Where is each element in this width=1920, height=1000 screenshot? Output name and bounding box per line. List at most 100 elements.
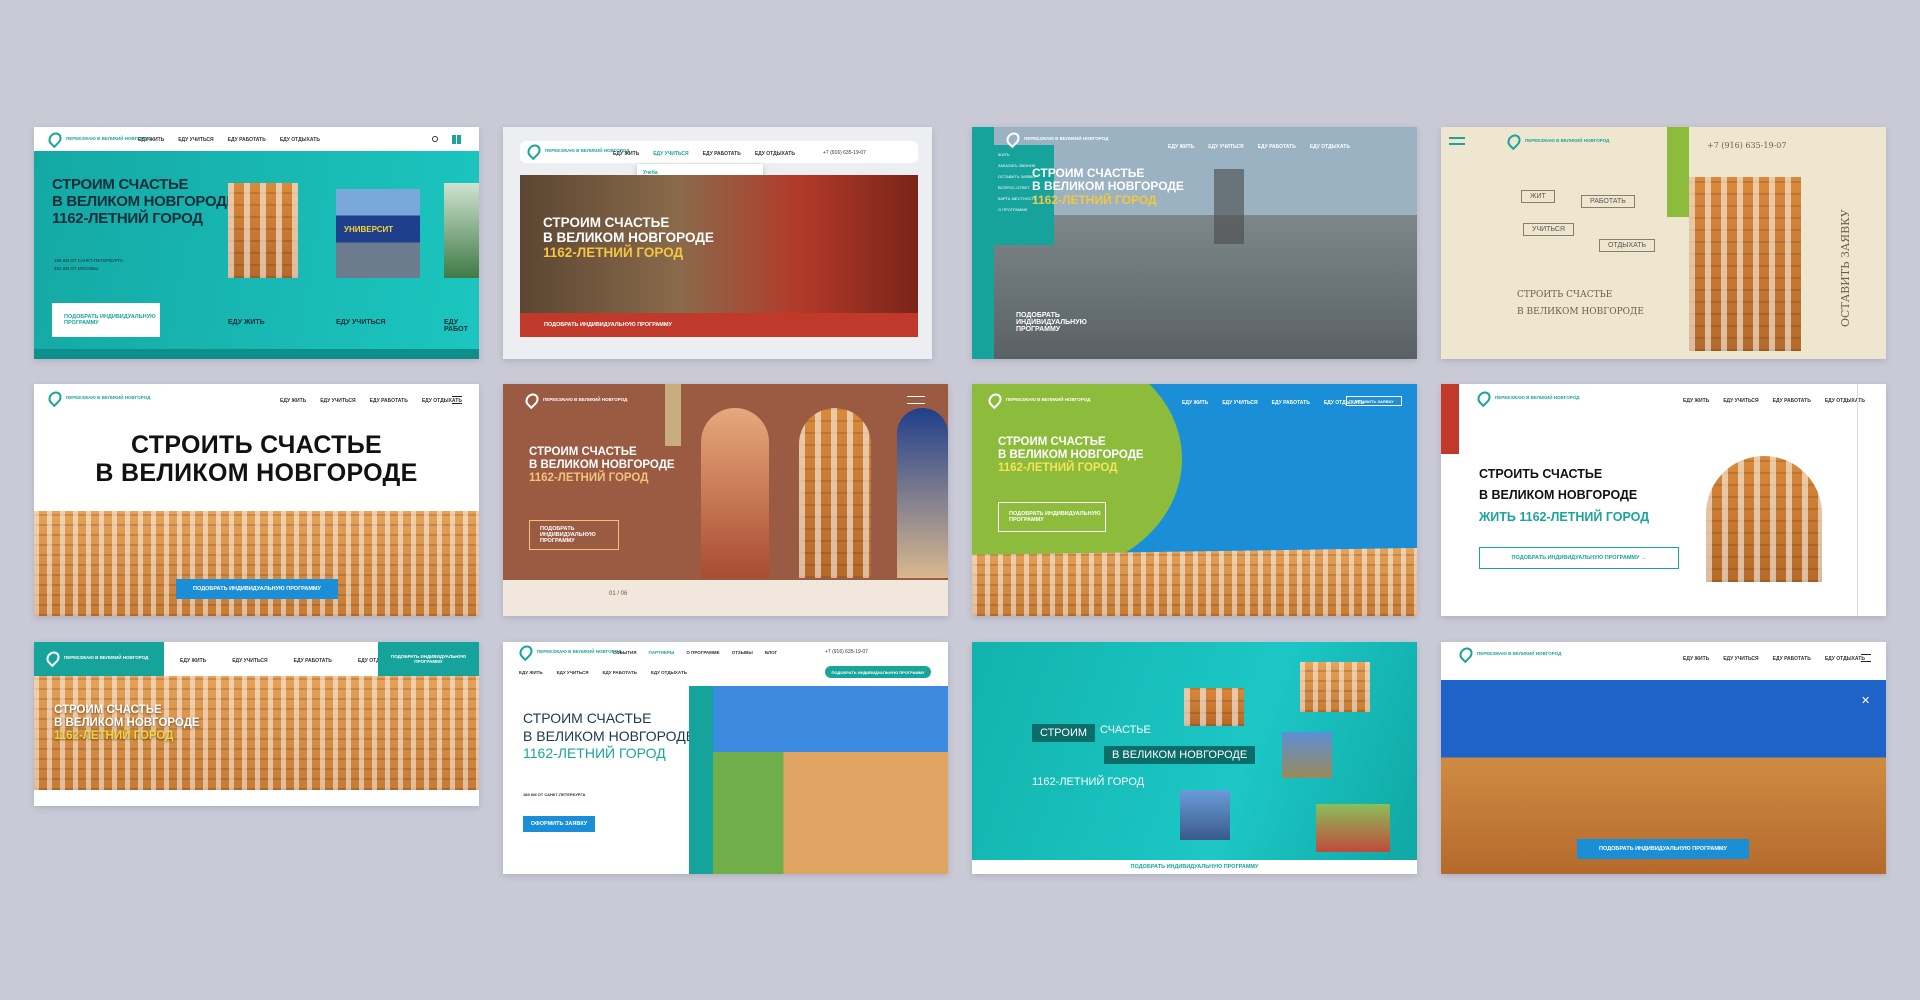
photo-1 [1184,688,1244,726]
word-building: СТРОИМ [1032,724,1096,743]
tower-photo [1214,169,1244,244]
main-nav: ЕДУ ЖИТЬЕДУ УЧИТЬСЯЕДУ РАБОТАТЬЕДУ ОТДЫХ… [280,398,462,404]
photo-3 [1282,732,1332,778]
cta-bar[interactable]: ПОДОБРАТЬ ИНДИВИДУАЛЬНУЮ ПРОГРАММУ [972,860,1417,874]
close-icon[interactable]: ✕ [1861,694,1870,707]
hamburger-icon[interactable] [1449,137,1465,145]
hero-photo [713,686,948,874]
cta-button[interactable]: ПОДОБРАТЬ ИНДИВИДУАЛЬНУЮ ПРОГРАММУ [52,303,160,337]
hamburger-icon[interactable] [1861,654,1871,662]
logo[interactable]: ПЕРЕЕЗЖАЮ В ВЕЛИКИЙ НОВГОРОД [522,390,627,410]
mockup-10: ПЕРЕЕЗЖАЮ В ВЕЛИКИЙ НОВГОРОД СОБЫТИЯ ПАРТ… [503,642,948,874]
apply-button[interactable]: ОСТАВИТЬ ЗАЯВКУ [1346,396,1402,406]
word-live[interactable]: ЖИТ [1521,190,1555,203]
hamburger-icon[interactable] [452,396,462,404]
arch-photo-univer [897,408,948,578]
main-nav: ЕДУ ЖИТЬЕДУ УЧИТЬСЯЕДУ РАБОТАТЬЕДУ ОТДЫХ… [613,151,795,157]
hero-title: СТРОИТЬ СЧАСТЬЕ В ВЕЛИКОМ НОВГОРОДЕ [95,431,418,487]
heart-logo-icon [1504,131,1524,151]
ribbon[interactable] [665,384,681,446]
photo-person [444,183,479,278]
hero-title: СТРОИМ СЧАСТЬЕ В ВЕЛИКОМ НОВГОРОДЕ 1162-ЛЕ… [1032,166,1184,207]
hero-title: СТРОИМ СЧАСТЬЕ В ВЕЛИКОМ НОВГОРОДЕ 1162-ЛЕ… [998,436,1144,474]
photo-university: УНИВЕРСИТ [336,189,420,278]
grid-menu-icon[interactable] [452,135,461,144]
slider-pager: 01 / 06 [609,591,628,597]
word-study[interactable]: УЧИТЬСЯ [1523,223,1574,236]
logo[interactable]: ПЕРЕЕЗЖАЮ В ВЕЛИКИЙ НОВГОРОД [1003,129,1108,149]
tile-study[interactable]: ЕДУ УЧИТЬСЯ [336,319,386,326]
word-happiness: СЧАСТЬЕ [1100,724,1151,736]
phone[interactable]: +7 (916) 635-19-07 [1707,141,1786,150]
mockup-6: ПЕРЕЕЗЖАЮ В ВЕЛИКИЙ НОВГОРОД СТРОИМ СЧАС… [503,384,948,616]
main-nav: ЕДУ ЖИТЬЕДУ УЧИТЬСЯЕДУ РАБОТАТЬЕДУ ОТДЫХ… [1683,656,1865,662]
cta-button[interactable]: ПОДОБРАТЬ ИНДИВИДУАЛЬНУЮ ПРОГРАММУ [1577,839,1749,859]
distances: 189 КМ ОТ САНКТ-ПЕТЕРБУРГА 491 КМ ОТ МОСК… [54,258,123,271]
mockup-2: ПЕРЕЕЗЖАЮ В ВЕЛИКИЙ НОВГОРОД ЕДУ ЖИТЬ ЕДУ… [503,127,932,359]
cta-button[interactable]: ПОДОБРАТЬ ИНДИВИДУАЛЬНУЮ ПРОГРАММУ [825,666,931,678]
word-years: 1162-ЛЕТНИЙ ГОРОД [1032,776,1145,788]
logo[interactable]: ПЕРЕЕЗЖАЮ В ВЕЛИКИЙ НОВГОРОД [1474,388,1579,408]
cta-button[interactable]: ПОДОБРАТЬ ИНДИВИДУАЛЬНУЮ ПРОГРАММУ → [1479,547,1679,569]
hero-title: СТРОИТЬ СЧАСТЬЕ В ВЕЛИКОМ НОВГОРОДЕ ЖИТЬ 1… [1479,467,1650,524]
mockup-7: ПЕРЕЕЗЖАЮ В ВЕЛИКИЙ НОВГОРОД ЕДУ ЖИТЬ ЕДУ… [972,384,1417,616]
nav-study[interactable]: ЕДУ УЧИТЬСЯ [178,137,213,143]
cta-bar[interactable]: ПОДОБРАТЬ ИНДИВИДУАЛЬНУЮ ПРОГРАММУ [520,313,918,337]
logo[interactable]: ПЕРЕЕЗЖАЮ В ВЕЛИКИЙ НОВГОРОД [43,648,148,668]
mockup-8: ПЕРЕЕЗЖАЮ В ВЕЛИКИЙ НОВГОРОД ЕДУ ЖИТЬ ЕДУ… [1441,384,1886,616]
mockup-12: ПЕРЕЕЗЖАЮ В ВЕЛИКИЙ НОВГОРОД ЕДУ ЖИТЬ ЕДУ… [1441,642,1886,874]
mockup-gallery: { "logo": {"line1": "ПРОГРАММА", "line2"… [0,0,1920,1000]
logo[interactable]: ПЕРЕЕЗЖАЮ В ВЕЛИКИЙ НОВГОРОД [1504,131,1609,151]
cta-button[interactable]: ПОДОБРАТЬ ИНДИВИДУАЛЬНУЮ ПРОГРАММУ [998,502,1106,532]
photo-building [228,183,298,278]
photo-building [1689,177,1801,351]
mockup-11: СТРОИМ СЧАСТЬЕ В ВЕЛИКОМ НОВГОРОДЕ 1162-… [972,642,1417,874]
hero-title: СТРОИМ СЧАСТЬЕ В ВЕЛИКОМ НОВГОРОДЕ 1162-ЛЕ… [543,215,714,261]
word-rest[interactable]: ОТДЫХАТЬ [1599,239,1656,252]
search-icon[interactable] [432,136,438,142]
hero-title: СТРОИМ СЧАСТЬЕ В ВЕЛИКОМ НОВГОРОДЕ 1162-ЛЕ… [52,176,237,227]
tile-work[interactable]: ЕДУ РАБОТ [444,319,479,333]
main-nav: ЕДУ ЖИТЬЕДУ УЧИТЬСЯЕДУ РАБОТАТЬЕДУ ОТДЫХ… [1683,398,1865,404]
hero-photo [972,548,1417,616]
cta-button[interactable]: ПОДОБРАТЬ ИНДИВИДУАЛЬНУЮ ПРОГРАММУ [176,579,338,599]
logo[interactable]: ПЕРЕЕЗЖАЮ В ВЕЛИКИЙ НОВГОРОД [45,388,150,408]
cta-button[interactable]: ПОДОБРАТЬ ИНДИВИДУАЛЬНУЮ ПРОГРАММУ [378,642,479,676]
apply-button[interactable]: ОФОРМИТЬ ЗАЯВКУ [523,816,595,832]
tile-live[interactable]: ЕДУ ЖИТЬ [228,319,265,326]
arch-photo-tower [701,408,769,578]
heart-logo-icon [522,390,542,410]
main-nav: ЕДУ ЖИТЬЕДУ УЧИТЬСЯЕДУ РАБОТАТЬЕДУ ОТДЫХ… [180,658,398,664]
top-tabs: СОБЫТИЯ ПАРТНЕРЫ О ПРОГРАММЕ ОТЗЫВЫ БЛОГ [613,650,778,655]
mockup-1: ПЕРЕЕЗЖАЮ В ВЕЛИКИЙ НОВГОРОД ЕДУ ЖИТЬ ЕДУ… [34,127,479,359]
nav-work[interactable]: ЕДУ РАБОТАТЬ [228,137,266,143]
mockup-9: ПЕРЕЕЗЖАЮ В ВЕЛИКИЙ НОВГОРОД ЕДУ ЖИТЬ ЕДУ… [34,642,479,806]
vertical-cta[interactable]: ОСТАВИТЬ ЗАЯВКУ [1839,167,1859,327]
hero-photo [34,511,479,616]
cta-button[interactable]: ПОДОБРАТЬ ИНДИВИДУАЛЬНУЮ ПРОГРАММУ [529,520,619,550]
hero-title: СТРОИМ СЧАСТЬЕ В ВЕЛИКОМ НОВГОРОДЕ 1162-ЛЕ… [523,710,696,761]
arch-photo [1706,456,1822,582]
main-nav: ЕДУ ЖИТЬ ЕДУ УЧИТЬСЯ ЕДУ РАБОТАТЬ ЕДУ ОТДЫХ… [138,137,320,143]
logo[interactable]: ПЕРЕЕЗЖАЮ В ВЕЛИКИЙ НОВГОРОД [45,129,150,149]
hero-title: СТРОИТЬ СЧАСТЬЕ В ВЕЛИКОМ НОВГОРОДЕ [1517,290,1644,317]
cta-link[interactable]: ПОДОБРАТЬ ИНДИВИДУАЛЬНУЮ ПРОГРАММУ [1016,305,1116,339]
arch-photo-building [799,408,871,578]
ribbon[interactable] [1667,127,1689,217]
distance: 189 КМ ОТ САНКТ-ПЕТЕРБУРГА [523,792,586,797]
mockup-4: ПЕРЕЕЗЖАЮ В ВЕЛИКИЙ НОВГОРОД +7 (916) 63… [1441,127,1886,359]
phone[interactable]: +7 (916) 635-19-07 [823,150,866,156]
word-work[interactable]: РАБОТАТЬ [1581,195,1635,208]
photo-5 [1316,804,1390,852]
logo[interactable]: ПЕРЕЕЗЖАЮ В ВЕЛИКИЙ НОВГОРОД [985,390,1090,410]
hamburger-icon[interactable] [907,396,925,404]
nav-live[interactable]: ЕДУ ЖИТЬ [138,137,164,143]
phone[interactable]: +7 (916) 635-19-07 [825,649,868,655]
logo[interactable]: ПЕРЕЕЗЖАЮ В ВЕЛИКИЙ НОВГОРОД [516,642,621,662]
heart-logo-icon [1474,388,1494,408]
logo[interactable]: ПЕРЕЕЗЖАЮ В ВЕЛИКИЙ НОВГОРОД [1456,644,1561,664]
heart-logo-icon [45,388,65,408]
ribbon[interactable] [1441,384,1459,454]
mockup-3: ЖИТЬ ЗАКАЗАТЬ ЗВОНОК ОСТАВИТЬ ЗАЯВКУ ВОПРОС… [972,127,1417,359]
nav-rest[interactable]: ЕДУ ОТДЫХАТЬ [280,137,320,143]
